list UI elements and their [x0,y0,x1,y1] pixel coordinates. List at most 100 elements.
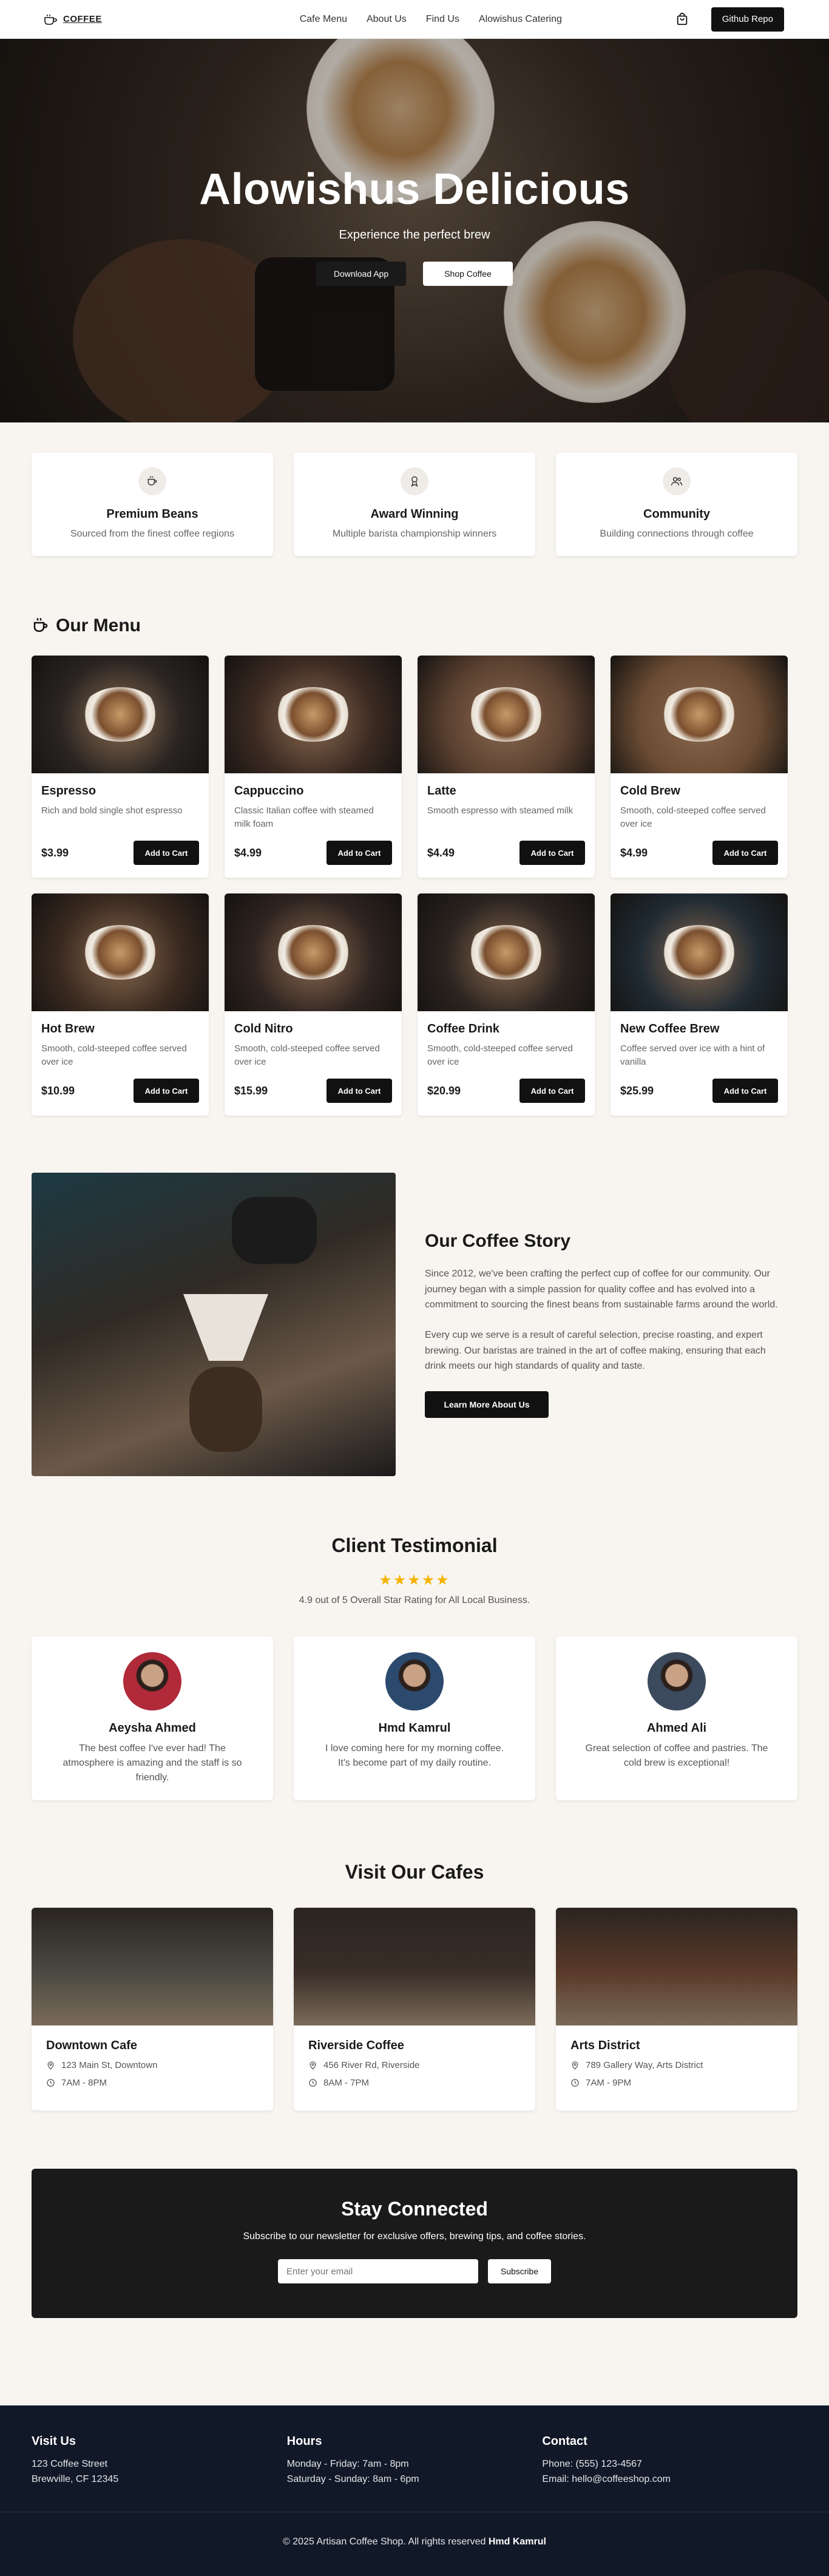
menu-item-card: Coffee Drink Smooth, cold-steeped coffee… [418,893,595,1116]
menu-item-desc: Smooth, cold-steeped coffee served over … [427,1043,573,1067]
menu-item-name: Espresso [41,784,96,798]
subscribe-button[interactable]: Subscribe [488,2259,551,2283]
copyright-text: © 2025 Artisan Coffee Shop. All rights r… [283,2536,486,2547]
menu-item-desc: Rich and bold single shot espresso [41,805,183,816]
newsletter-email-input[interactable] [278,2259,478,2283]
story-paragraph-2: Every cup we serve is a result of carefu… [425,1330,766,1372]
testimonial-name: Hmd Kamrul [378,1721,451,1735]
author-name[interactable]: Hmd Kamrul [489,2537,546,2547]
features-row: Premium Beans Sourced from the finest co… [32,453,797,556]
add-to-cart-button[interactable]: Add to Cart [134,841,199,865]
menu-item-desc: Smooth espresso with steamed milk [427,805,574,816]
feature-desc: Sourced from the finest coffee regions [70,529,235,539]
shopping-bag-icon[interactable] [674,11,691,28]
menu-item-name: New Coffee Brew [620,1022,720,1035]
cafes-title: Visit Our Cafes [345,1861,484,1883]
menu-item-image [418,656,595,773]
footer-phone: Phone: (555) 123-4567 [542,2459,642,2469]
add-to-cart-button[interactable]: Add to Cart [327,841,392,865]
cafe-image [556,1908,797,2025]
feature-card: Community Building connections through c… [556,453,797,556]
menu-item-desc: Smooth, cold-steeped coffee served over … [620,805,766,829]
nav-link-find-us[interactable]: Find Us [426,14,459,25]
menu-item-name: Cold Nitro [234,1022,293,1035]
cafe-hours: 8AM - 7PM [323,2078,370,2088]
map-pin-icon [572,2061,578,2070]
menu-grid: Espresso Rich and bold single shot espre… [32,656,797,1116]
github-repo-button[interactable]: Github Repo [711,7,784,32]
testimonial-title: Client Testimonial [331,1534,498,1556]
add-to-cart-button[interactable]: Add to Cart [712,841,778,865]
copyright: © 2025 Artisan Coffee Shop. All rights r… [0,2537,829,2547]
nav-link-catering[interactable]: Alowishus Catering [479,14,562,25]
testimonial-quote: Great selection of coffee and pastries. … [585,1743,768,1768]
footer-hours-weekend: Saturday - Sunday: 8am - 6pm [286,2473,419,2484]
cafe-card: Arts District 789 Gallery Way, Arts Dist… [556,1908,797,2110]
rating-text: 4.9 out of 5 Overall Star Rating for All… [299,1595,530,1605]
brand-logo[interactable]: COFFEE [44,14,102,25]
feature-title: Award Winning [370,507,459,521]
testimonial-quote: I love coming here for my morning coffee… [325,1743,504,1768]
menu-item-price: $3.99 [41,846,69,859]
cafe-address: 789 Gallery Way, Arts District [586,2060,703,2070]
menu-item-name: Latte [427,784,456,798]
testimonial-name: Ahmed Ali [646,1721,707,1735]
add-to-cart-button[interactable]: Add to Cart [519,841,585,865]
testimonial-card: Aeysha Ahmed The best coffee I've ever h… [32,1636,273,1800]
cafe-image [32,1908,273,2025]
menu-item-price: $15.99 [234,1084,268,1097]
menu-item-card: Cold Brew Smooth, cold-steeped coffee se… [611,656,788,878]
menu-item-price: $25.99 [620,1084,654,1097]
feature-card: Award Winning Multiple barista champions… [294,453,535,556]
nav-actions: Github Repo [674,7,784,32]
hero-section: Alowishus Delicious Experience the perfe… [0,39,829,422]
newsletter-desc: Subscribe to our newsletter for exclusiv… [243,2231,586,2242]
menu-item-price: $4.49 [427,846,455,859]
download-app-button[interactable]: Download App [316,262,406,286]
feature-desc: Building connections through coffee [600,529,754,539]
footer-hours-title: Hours [286,2435,322,2448]
cafe-hours: 7AM - 8PM [61,2078,107,2088]
learn-more-button[interactable]: Learn More About Us [425,1391,549,1418]
menu-item-price: $4.99 [234,846,262,859]
menu-heading: Our Menu [32,615,797,636]
add-to-cart-button[interactable]: Add to Cart [327,1079,392,1103]
add-to-cart-button[interactable]: Add to Cart [712,1079,778,1103]
add-to-cart-button[interactable]: Add to Cart [134,1079,199,1103]
hero-content: Alowishus Delicious Experience the perfe… [0,168,829,286]
menu-item-name: Coffee Drink [427,1022,499,1035]
add-to-cart-button[interactable]: Add to Cart [519,1079,585,1103]
hero-title: Alowishus Delicious [199,165,630,214]
users-icon [663,467,691,495]
star-rating-icons: ★★★★★ [379,1572,450,1588]
cafe-address: 123 Main St, Downtown [61,2060,158,2070]
menu-item-card: Latte Smooth espresso with steamed milk … [418,656,595,878]
menu-item-desc: Smooth, cold-steeped coffee served over … [41,1043,187,1067]
cafe-cards: Downtown Cafe 123 Main St, Downtown 7AM … [32,1908,797,2110]
nav-link-cafe-menu[interactable]: Cafe Menu [300,14,347,25]
nav-links: Cafe Menu About Us Find Us Alowishus Cat… [300,14,562,25]
testimonial-card: Hmd Kamrul I love coming here for my mor… [294,1636,535,1800]
menu-item-image [225,893,402,1011]
coffee-cup-icon [138,467,166,495]
footer: Visit Us 123 Coffee Street Brewville, CF … [0,2405,829,2576]
nav-link-about-us[interactable]: About Us [367,14,407,25]
footer-address-line1: 123 Coffee Street [32,2459,108,2469]
cafe-name: Riverside Coffee [308,2039,404,2052]
cafe-name: Downtown Cafe [46,2039,137,2052]
footer-email[interactable]: Email: hello@coffeeshop.com [542,2474,671,2484]
cafe-name: Arts District [570,2039,640,2052]
testimonial-quote: The best coffee I've ever had! The atmos… [63,1743,242,1783]
footer-address-line2: Brewville, CF 12345 [32,2473,119,2484]
story-paragraph-1: Since 2012, we've been crafting the perf… [425,1269,778,1310]
clock-icon [309,2079,317,2087]
footer-hours-weekday: Monday - Friday: 7am - 8pm [286,2459,409,2469]
shop-coffee-button[interactable]: Shop Coffee [423,262,513,286]
menu-item-name: Cappuccino [234,784,304,798]
clock-icon [571,2079,579,2087]
newsletter-title: Stay Connected [341,2198,488,2220]
testimonial-cards: Aeysha Ahmed The best coffee I've ever h… [32,1636,797,1800]
feature-title: Premium Beans [106,507,198,521]
menu-item-desc: Coffee served over ice with a hint of va… [620,1043,765,1067]
award-icon [401,467,428,495]
